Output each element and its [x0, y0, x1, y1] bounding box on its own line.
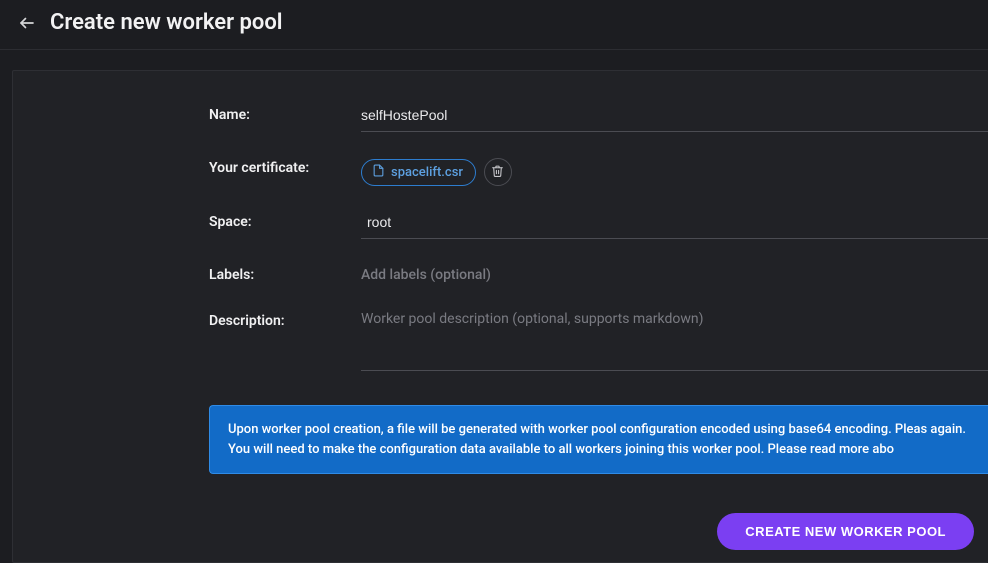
space-input[interactable] [361, 214, 988, 239]
space-label: Space: [209, 212, 361, 230]
labels-row: Labels: Add labels (optional) [209, 265, 988, 285]
create-worker-pool-button[interactable]: CREATE NEW WORKER POOL [717, 513, 974, 550]
name-input[interactable] [361, 107, 988, 132]
certificate-label: Your certificate: [209, 158, 361, 176]
certificate-filename: spacelift.csr [391, 165, 463, 180]
back-arrow-icon[interactable] [18, 14, 36, 32]
name-label: Name: [209, 105, 361, 123]
description-label: Description: [209, 311, 361, 329]
description-row: Description: [209, 311, 988, 375]
labels-field-label: Labels: [209, 265, 361, 283]
page-header: Create new worker pool [0, 0, 988, 50]
submit-row: CREATE NEW WORKER POOL [13, 513, 988, 550]
info-banner: Upon worker pool creation, a file will b… [209, 405, 988, 474]
description-input[interactable] [361, 311, 988, 371]
space-row: Space: [209, 212, 988, 239]
labels-input[interactable]: Add labels (optional) [361, 265, 988, 285]
trash-icon [491, 164, 504, 181]
form-panel: Name: Your certificate: spaceli [12, 70, 988, 563]
delete-certificate-button[interactable] [484, 158, 512, 186]
file-icon [372, 164, 385, 181]
certificate-chip[interactable]: spacelift.csr [361, 159, 476, 186]
certificate-row: Your certificate: spacelift.csr [209, 158, 988, 186]
page-title: Create new worker pool [50, 10, 283, 35]
name-row: Name: [209, 105, 988, 132]
